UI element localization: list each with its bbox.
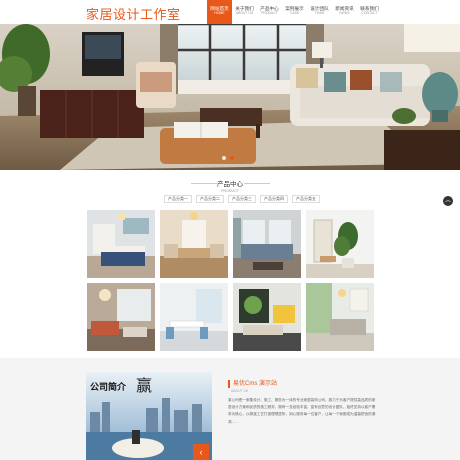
- product-thumb[interactable]: [306, 210, 374, 278]
- chevron-left-icon: ‹: [199, 447, 203, 457]
- nav-item-news[interactable]: 新闻资讯 NEWS: [332, 0, 357, 24]
- nav-sublabel: CASE: [289, 11, 300, 15]
- plant-corner-photo: [306, 210, 374, 278]
- about-image-big-char: 赢: [136, 376, 153, 395]
- about-subheading: ABOUT US: [231, 389, 249, 393]
- banner-pagination: [222, 156, 234, 160]
- about-image-title: 公司简介: [90, 382, 127, 392]
- bright-dining-photo: [160, 283, 228, 351]
- product-thumb[interactable]: [87, 210, 155, 278]
- product-section-title: 产品中心 PRODUCT: [0, 178, 460, 193]
- nav-item-team[interactable]: 设计团队 TEAM: [307, 0, 332, 24]
- lounge-photo: [87, 283, 155, 351]
- product-thumb[interactable]: [87, 283, 155, 351]
- nav-sublabel: NEWS: [339, 11, 350, 15]
- category-tab-4[interactable]: 产品分类四: [260, 195, 288, 203]
- nav-sublabel: ABOUT US: [235, 11, 254, 15]
- product-thumb[interactable]: [233, 210, 301, 278]
- living-room-photo: [233, 210, 301, 278]
- kids-room-photo: [233, 283, 301, 351]
- nav-item-case[interactable]: 案例展示 CASE: [282, 0, 307, 24]
- hero-banner[interactable]: [0, 24, 460, 170]
- section-title: 产品中心: [217, 181, 243, 188]
- product-category-tabs: 产品分类一 产品分类二 产品分类三 产品分类四 产品分类五: [164, 195, 320, 203]
- product-thumb[interactable]: [160, 210, 228, 278]
- section-subtitle: PRODUCT: [221, 189, 239, 193]
- title-divider: [244, 183, 270, 184]
- about-heading: 易优Cms 演示站: [228, 380, 277, 388]
- banner-dot-active[interactable]: [230, 156, 234, 160]
- product-thumb[interactable]: [306, 283, 374, 351]
- nav-item-contact[interactable]: 联系我们 CONTACT: [357, 0, 382, 24]
- nav-item-product[interactable]: 产品中心 PRODUCT: [257, 0, 282, 24]
- site-logo[interactable]: 家居设计工作室: [86, 4, 181, 23]
- green-living-photo: [306, 283, 374, 351]
- nav-sublabel: TEAM: [314, 11, 325, 15]
- bedroom-photo: [87, 210, 155, 278]
- category-tab-5[interactable]: 产品分类五: [292, 195, 320, 203]
- nav-item-about[interactable]: 关于我们 ABOUT US: [232, 0, 257, 24]
- living-room-image: [0, 24, 460, 170]
- category-tab-3[interactable]: 产品分类三: [228, 195, 256, 203]
- chevron-up-icon: ︿: [444, 198, 451, 204]
- banner-dot[interactable]: [222, 156, 226, 160]
- title-divider: [191, 183, 217, 184]
- scroll-up-button[interactable]: ︿: [443, 196, 453, 206]
- about-description: 某公司是一家集设计、施工、服务为一体的专业家居装饰公司，致力于为客户提供高品质的…: [228, 398, 376, 424]
- nav-item-home[interactable]: 网站首页 HOME: [207, 0, 232, 24]
- about-more-button[interactable]: ‹: [193, 444, 209, 460]
- category-tab-1[interactable]: 产品分类一: [164, 195, 192, 203]
- nav-sublabel: PRODUCT: [261, 11, 278, 15]
- site-header: 家居设计工作室 网站首页 HOME 关于我们 ABOUT US 产品中心 PRODUC…: [0, 0, 460, 24]
- main-nav: 网站首页 HOME 关于我们 ABOUT US 产品中心 PRODUCT 案例展示 CA…: [207, 0, 382, 24]
- product-thumb[interactable]: [160, 283, 228, 351]
- dining-room-photo: [160, 210, 228, 278]
- category-tab-2[interactable]: 产品分类二: [196, 195, 224, 203]
- nav-sublabel: CONTACT: [361, 11, 378, 15]
- nav-sublabel: HOME: [214, 11, 225, 15]
- product-thumb[interactable]: [233, 283, 301, 351]
